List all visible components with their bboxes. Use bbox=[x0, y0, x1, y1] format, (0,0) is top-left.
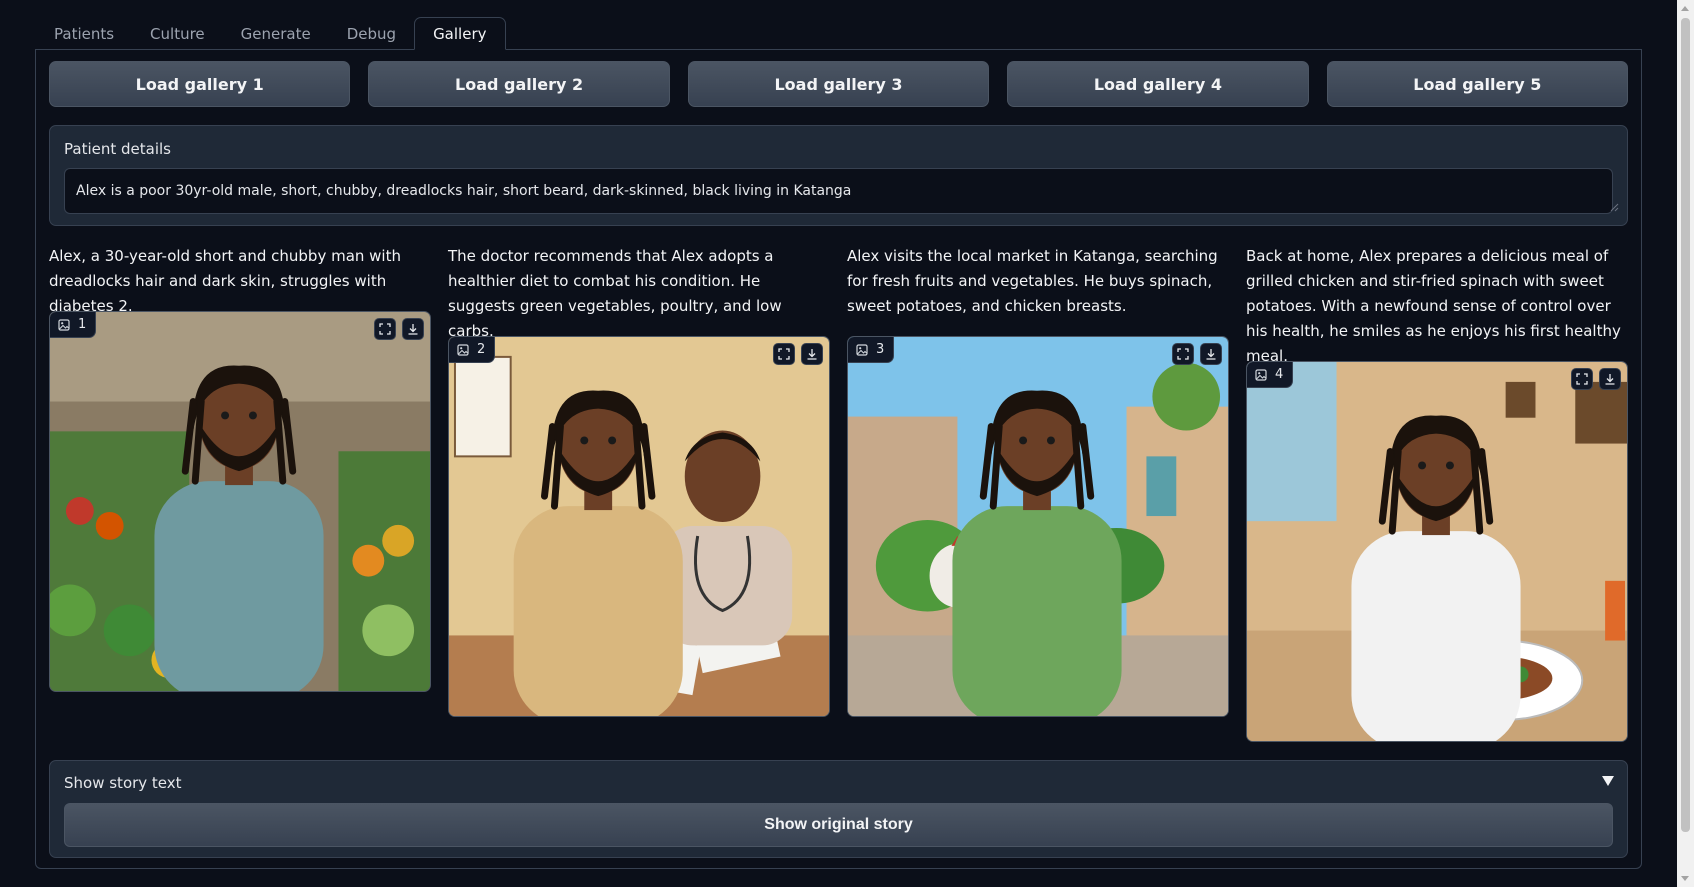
story-panel-image[interactable]: 4 bbox=[1246, 361, 1628, 742]
story-panel-image[interactable]: 1 bbox=[49, 311, 431, 692]
load-gallery-5-button[interactable]: Load gallery 5 bbox=[1326, 61, 1629, 107]
download-icon bbox=[1605, 374, 1615, 385]
story-panel-text: Back at home, Alex prepares a delicious … bbox=[1246, 247, 1621, 365]
image-index: 3 bbox=[876, 342, 885, 357]
tab-culture[interactable]: Culture bbox=[132, 18, 223, 50]
story-panel-image[interactable]: 3 bbox=[847, 336, 1229, 717]
scrollbar-thumb[interactable] bbox=[1681, 18, 1690, 832]
image-actions bbox=[1172, 343, 1222, 365]
image-actions bbox=[773, 343, 823, 365]
story-panel-2: The doctor recommends that Alex adopts a… bbox=[448, 244, 830, 344]
caret-down-icon[interactable] bbox=[1601, 775, 1615, 787]
load-gallery-3-button[interactable]: Load gallery 3 bbox=[687, 61, 990, 107]
image-index: 2 bbox=[477, 342, 486, 357]
load-gallery-1-button[interactable]: Load gallery 1 bbox=[49, 61, 351, 107]
story-panel-3: Alex visits the local market in Katanga,… bbox=[847, 244, 1229, 319]
fullscreen-button[interactable] bbox=[1172, 343, 1194, 365]
story-panel-text: Alex, a 30-year-old short and chubby man… bbox=[49, 247, 401, 315]
story-panel-text: Alex visits the local market in Katanga,… bbox=[847, 247, 1218, 315]
image-index-badge: 4 bbox=[1247, 362, 1294, 388]
tab-gallery[interactable]: Gallery bbox=[414, 17, 506, 50]
download-icon bbox=[1206, 349, 1216, 360]
patient-details-textarea[interactable]: Alex is a poor 30yr-old male, short, chu… bbox=[64, 168, 1613, 214]
image-icon bbox=[58, 318, 70, 331]
illustration-image bbox=[50, 312, 430, 691]
image-index-badge: 1 bbox=[50, 312, 97, 338]
download-button[interactable] bbox=[402, 318, 424, 340]
fullscreen-icon bbox=[1177, 348, 1189, 360]
image-index-badge: 2 bbox=[449, 337, 496, 363]
tab-debug[interactable]: Debug bbox=[329, 18, 414, 50]
fullscreen-button[interactable] bbox=[773, 343, 795, 365]
scroll-up-icon[interactable] bbox=[1681, 6, 1689, 11]
story-panel-text: The doctor recommends that Alex adopts a… bbox=[448, 247, 782, 340]
image-icon bbox=[856, 343, 868, 356]
fullscreen-icon bbox=[1576, 373, 1588, 385]
download-button[interactable] bbox=[1200, 343, 1222, 365]
fullscreen-button[interactable] bbox=[374, 318, 396, 340]
story-panel-1: Alex, a 30-year-old short and chubby man… bbox=[49, 244, 431, 319]
show-original-story-button[interactable]: Show original story bbox=[64, 803, 1613, 847]
scroll-down-icon[interactable] bbox=[1681, 876, 1689, 881]
image-index-badge: 3 bbox=[848, 337, 895, 363]
image-icon bbox=[457, 343, 469, 356]
image-actions bbox=[1571, 368, 1621, 390]
load-gallery-2-button[interactable]: Load gallery 2 bbox=[368, 61, 670, 107]
tab-generate[interactable]: Generate bbox=[223, 18, 329, 50]
fullscreen-icon bbox=[379, 323, 391, 335]
image-index: 1 bbox=[78, 317, 87, 332]
image-actions bbox=[374, 318, 424, 340]
resize-grip-icon[interactable] bbox=[1610, 203, 1619, 212]
story-panel-image[interactable]: 2 bbox=[448, 336, 830, 717]
illustration-image bbox=[449, 337, 829, 716]
download-button[interactable] bbox=[801, 343, 823, 365]
fullscreen-icon bbox=[778, 348, 790, 360]
download-icon bbox=[807, 349, 817, 360]
load-gallery-row: Load gallery 1 Load gallery 2 Load galle… bbox=[49, 61, 1629, 107]
download-icon bbox=[408, 324, 418, 335]
tab-bar: Patients Culture Generate Debug Gallery bbox=[36, 17, 506, 50]
illustration-image bbox=[1247, 362, 1627, 741]
tab-patients[interactable]: Patients bbox=[36, 18, 132, 50]
patient-details-label: Patient details bbox=[64, 140, 171, 158]
illustration-image bbox=[848, 337, 1228, 716]
fullscreen-button[interactable] bbox=[1571, 368, 1593, 390]
load-gallery-4-button[interactable]: Load gallery 4 bbox=[1007, 61, 1309, 107]
patient-details-block: Patient details Alex is a poor 30yr-old … bbox=[49, 125, 1628, 226]
story-panel-4: Back at home, Alex prepares a delicious … bbox=[1246, 244, 1628, 369]
download-button[interactable] bbox=[1599, 368, 1621, 390]
page-scrollbar[interactable] bbox=[1677, 0, 1694, 887]
image-icon bbox=[1255, 368, 1267, 381]
image-index: 4 bbox=[1275, 367, 1284, 382]
story-text-label[interactable]: Show story text bbox=[64, 774, 182, 792]
story-text-accordion: Show story text Show original story bbox=[49, 760, 1628, 858]
